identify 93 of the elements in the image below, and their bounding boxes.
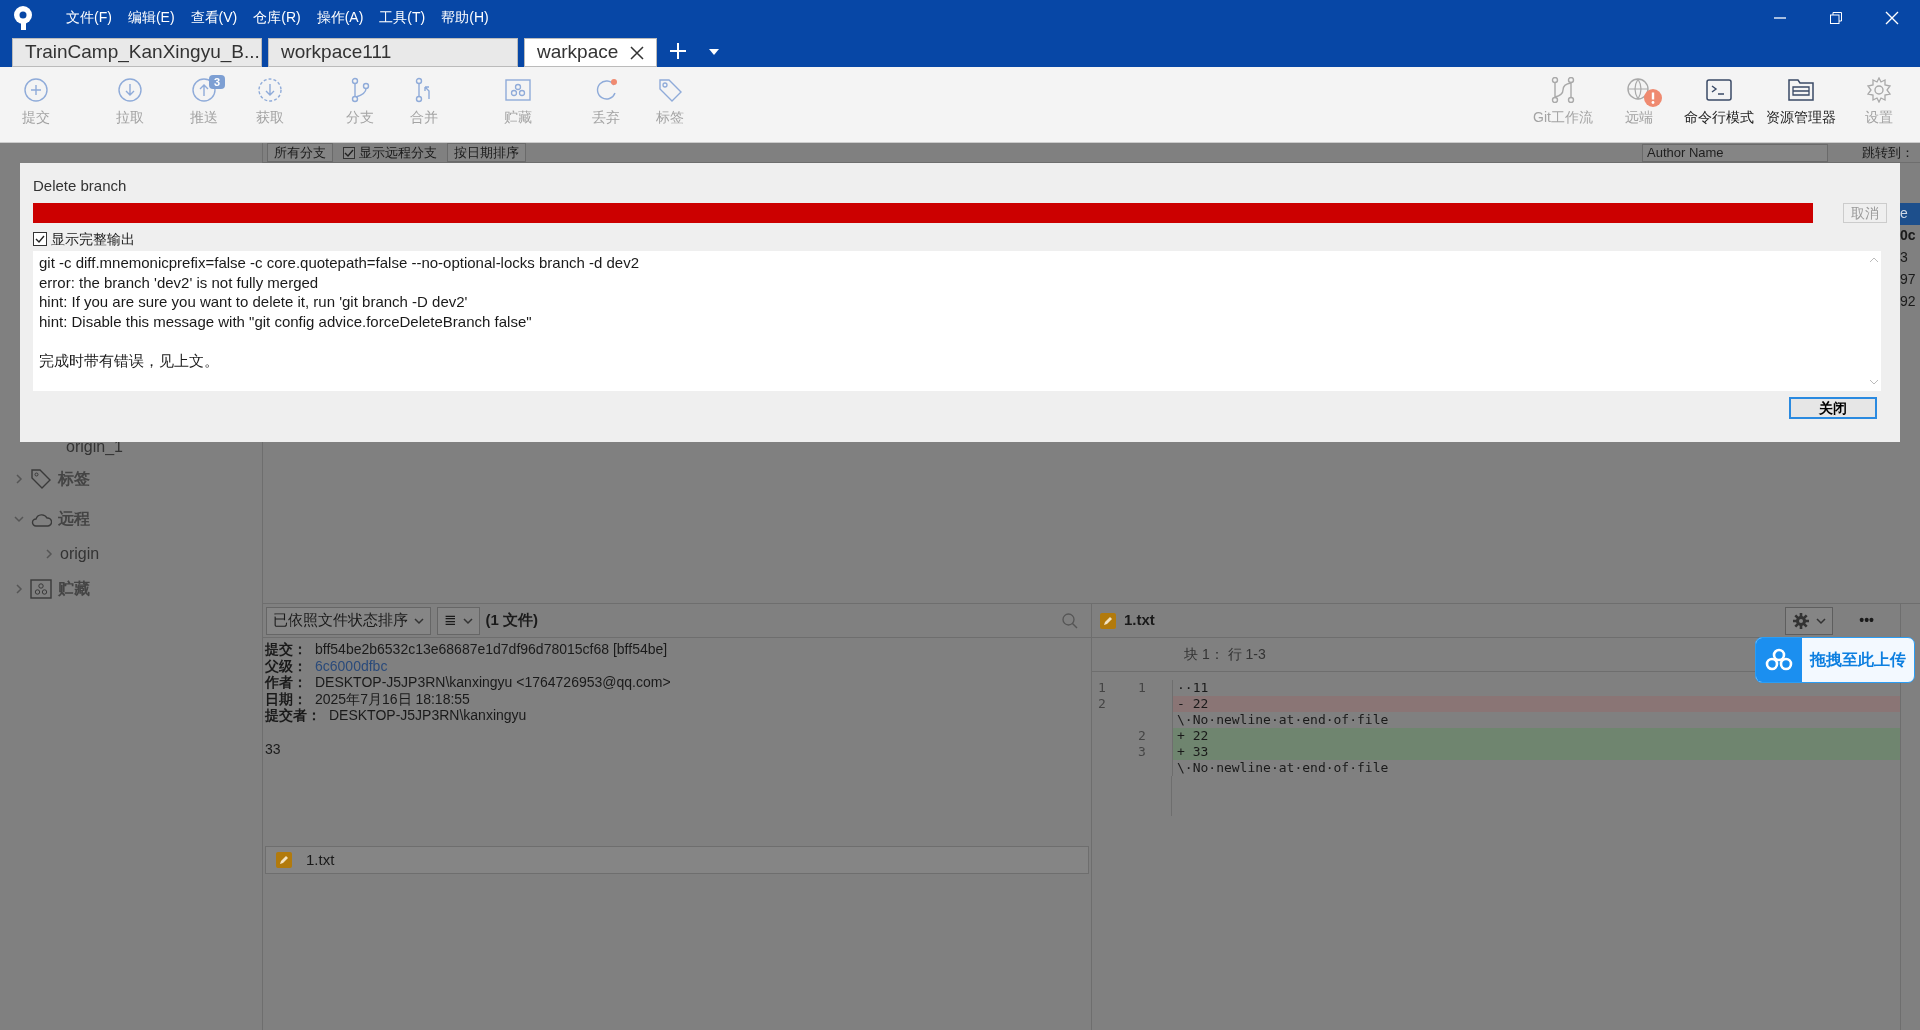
toolbar-label[interactable]: 资源管理器 <box>1766 107 1836 128</box>
restore-icon[interactable] <box>1830 11 1842 24</box>
hunk-header: 块 1： 行 1-3 <box>1183 645 1266 664</box>
detail-label: 作者： <box>265 674 307 691</box>
detail-label: 日期： <box>265 690 307 707</box>
line-number: 2 <box>1137 728 1147 744</box>
parent-commit-link[interactable]: 6c6000dfbc <box>315 657 388 674</box>
tab[interactable]: workpace111 <box>268 38 518 67</box>
detail-label: 提交者： <box>265 707 321 724</box>
commit-row-fragment[interactable]: 92 <box>1900 291 1920 313</box>
detail-value: DESKTOP-J5JP3RN\kanxingyu <box>329 707 527 724</box>
settings-dropdown[interactable] <box>1785 606 1834 635</box>
commit-row-fragment[interactable]: 0c <box>1900 225 1920 247</box>
folder-icon[interactable] <box>1788 77 1814 103</box>
add-circle-icon[interactable] <box>23 77 49 103</box>
chevron-down-icon[interactable] <box>414 615 424 626</box>
plus-icon[interactable] <box>669 42 688 60</box>
menu-item[interactable]: 工具(T) <box>371 7 434 28</box>
jump-to-label: 跳转到： <box>1862 143 1914 162</box>
chevron-down-icon[interactable] <box>462 615 473 626</box>
commit-row-fragment[interactable]: 3 <box>1900 247 1920 269</box>
chevron-down-icon[interactable] <box>1816 615 1827 626</box>
output-summary: 完成时带有错误，见上文。 <box>39 350 220 370</box>
file-name: 1.txt <box>1124 610 1155 631</box>
stash-box-icon <box>30 578 52 600</box>
commit-row-fragment[interactable]: 97 <box>1900 269 1920 291</box>
line-number: 1 <box>1137 680 1147 696</box>
scroll-down-icon[interactable] <box>1869 379 1879 385</box>
count-badge: 3 <box>209 75 226 89</box>
author-search-field[interactable]: Author Name <box>1642 143 1828 162</box>
line-number: 2 <box>1097 696 1107 712</box>
show-remote-checkbox[interactable]: 显示远程分支 <box>343 142 437 163</box>
check-icon <box>344 147 354 158</box>
line-number: 1 <box>1097 680 1107 696</box>
output-line: git -c diff.mnemonicprefix=false -c core.quotepath=false --no-optional-locks branch -d dev2 <box>39 253 641 273</box>
detail-label: 提交： <box>265 641 307 658</box>
chevron-right-icon[interactable] <box>14 474 24 484</box>
output-line: hint: If you are sure you want to delete it, run 'git branch -D dev2' <box>39 292 469 312</box>
terminal-icon[interactable] <box>1706 77 1732 103</box>
sort-dropdown[interactable]: 按日期排序 <box>447 143 526 162</box>
output-line: hint: Disable this message with "git config advice.forceDeleteBranch false" <box>39 311 533 331</box>
file-row[interactable]: 1.txt <box>265 846 1089 874</box>
show-output-checkbox[interactable]: 显示完整输出 <box>33 229 1887 249</box>
stash-box-icon[interactable] <box>505 77 531 103</box>
app-logo-icon <box>12 4 34 31</box>
line-number: 3 <box>1137 744 1147 760</box>
cloud-link-icon <box>1765 648 1793 672</box>
menu-item[interactable]: 文件(F) <box>58 7 120 28</box>
tab[interactable]: TrainCamp_KanXingyu_B... <box>12 38 262 67</box>
chevron-right-icon[interactable] <box>14 584 24 594</box>
pencil-icon <box>1100 612 1116 629</box>
diff-line: \·No·newline·at·end·of·file <box>1172 760 1900 776</box>
menu-item[interactable]: 仓库(R) <box>245 7 309 28</box>
close-button[interactable]: 关闭 <box>1789 397 1877 419</box>
more-options-button[interactable]: ••• <box>1859 610 1874 631</box>
sidebar-item[interactable]: 标签 <box>0 459 262 499</box>
search-icon[interactable] <box>1062 612 1078 629</box>
dashed-download-icon[interactable] <box>257 77 283 103</box>
menu-item[interactable]: 编辑(E) <box>119 7 183 28</box>
pencil-icon <box>276 852 292 868</box>
close-icon[interactable] <box>630 45 645 60</box>
detail-label: 父级： <box>265 657 307 674</box>
settings-icon <box>1792 611 1811 630</box>
workflow-icon[interactable] <box>1550 77 1576 103</box>
sidebar-item[interactable]: 贮藏 <box>0 569 262 609</box>
menu-item[interactable]: 查看(V) <box>182 7 246 28</box>
menu-item[interactable]: 帮助(H) <box>433 7 497 28</box>
dialog-title: Delete branch <box>33 176 128 196</box>
menu-item[interactable]: 操作(A) <box>308 7 372 28</box>
output-line: error: the branch 'dev2' is not fully merged <box>39 272 320 292</box>
tab[interactable]: warkpace <box>524 38 658 67</box>
tag-icon[interactable] <box>657 77 683 103</box>
detail-value: 2025年7月16日 18:18:55 <box>315 690 470 707</box>
chevron-down-icon[interactable] <box>14 514 24 524</box>
check-icon <box>35 234 45 244</box>
view-mode-dropdown[interactable]: ≣ <box>437 606 480 635</box>
branch-filter-dropdown[interactable]: 所有分支 <box>267 143 333 162</box>
sidebar-item[interactable]: 远程 <box>0 499 262 539</box>
sidebar-item[interactable]: origin <box>0 539 262 569</box>
globe-icon[interactable] <box>1626 77 1652 103</box>
sort-dropdown[interactable]: 已依照文件状态排序 <box>266 606 431 635</box>
chevron-right-icon[interactable] <box>44 549 54 559</box>
toolbar-label[interactable]: 命令行模式 <box>1684 107 1754 128</box>
commit-row-fragment[interactable]: e <box>1900 203 1920 225</box>
caret-down-icon[interactable] <box>709 49 720 55</box>
commit-message: 33 <box>265 740 282 757</box>
scroll-up-icon[interactable] <box>1869 257 1879 263</box>
tag-icon <box>30 468 52 490</box>
detail-value: DESKTOP-J5JP3RN\kanxingyu <1764726953@qq.com> <box>315 674 671 691</box>
detail-value: bff54be2b6532c13e68687e1d7df96d78015cf68 [bff54be] <box>315 641 668 658</box>
upload-widget[interactable]: 拖拽至此上传 <box>1755 637 1915 683</box>
file-count: (1 文件) <box>485 610 539 631</box>
settings-icon[interactable] <box>1866 77 1892 103</box>
